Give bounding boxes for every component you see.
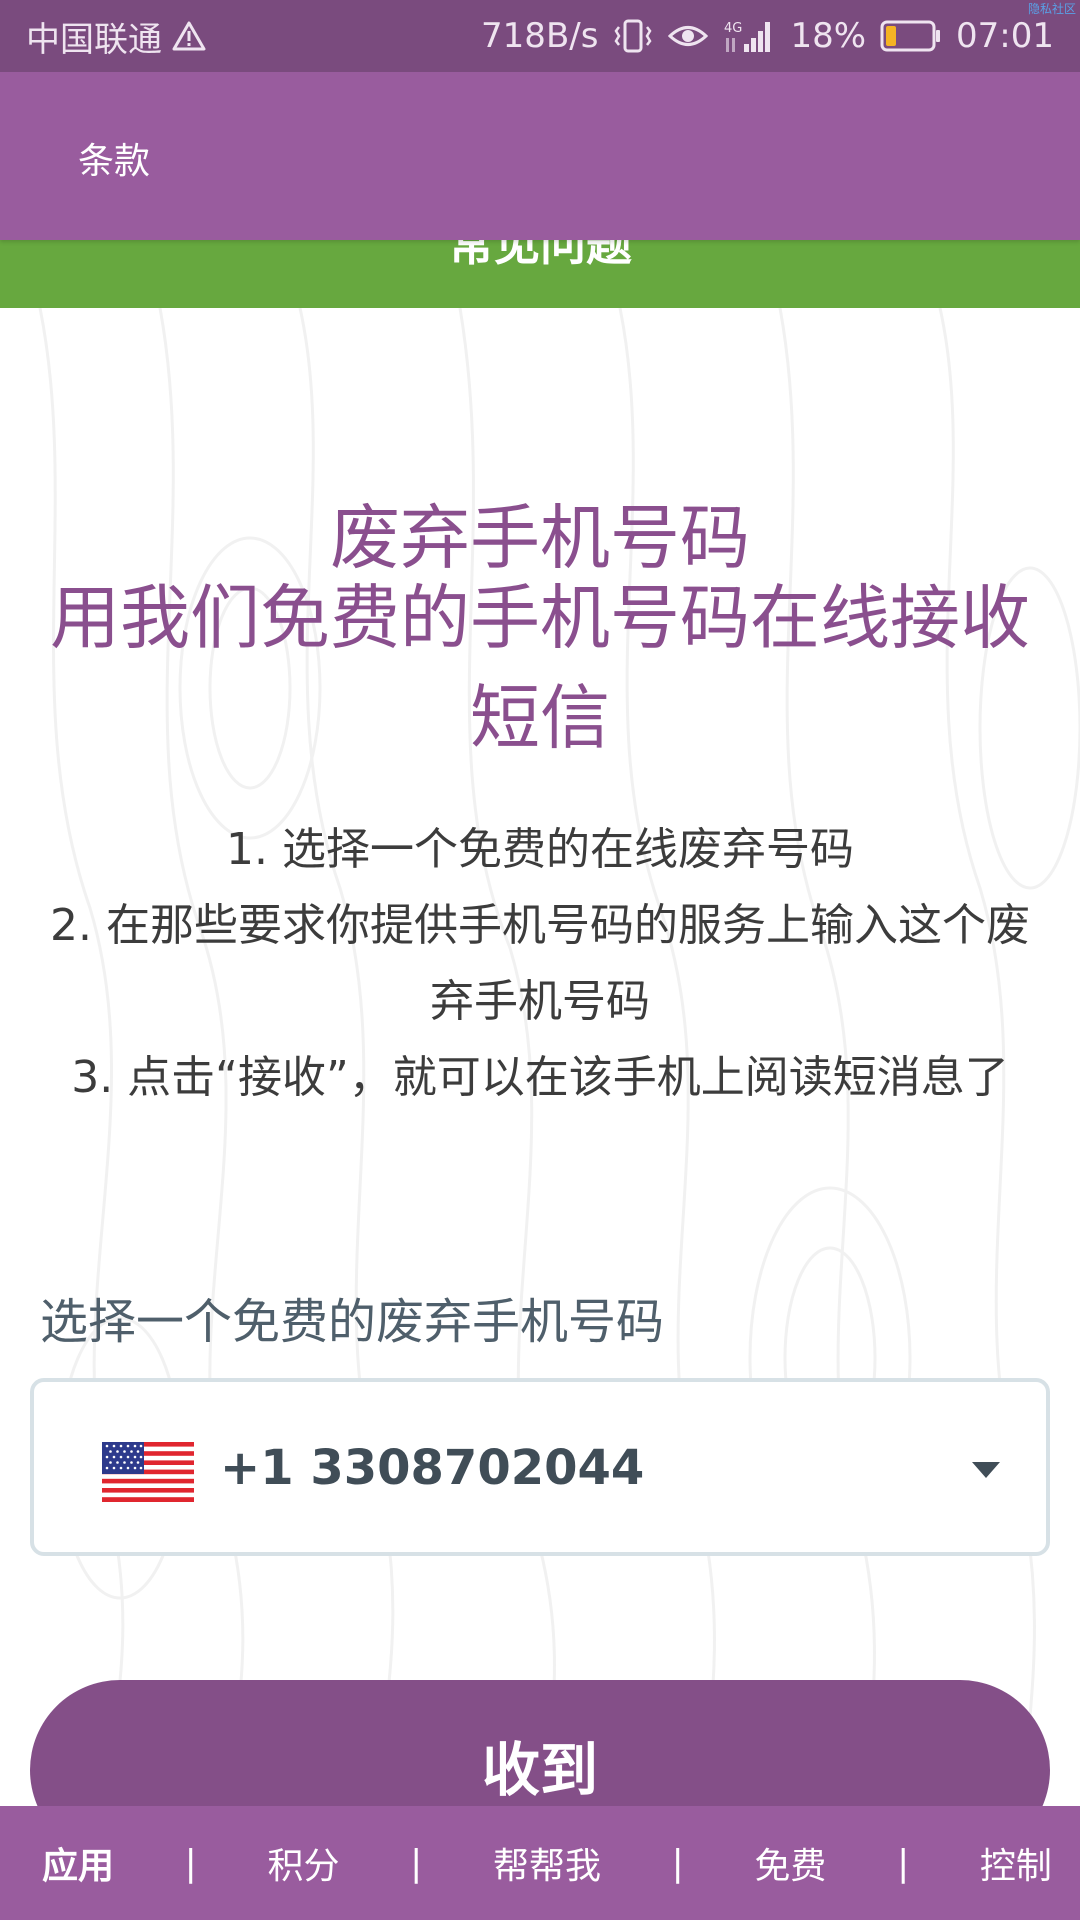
warning-icon [172,21,206,51]
net-speed: 718B/s [481,16,599,56]
battery-icon [880,20,942,52]
nav-separator: | [184,1842,197,1884]
eye-icon [668,21,709,51]
nav-separator: | [671,1842,684,1884]
step-1: 1. 选择一个免费的在线废弃号码 [226,824,854,875]
us-flag-icon [102,1442,194,1502]
faq-label: 常见问题 [448,240,632,271]
chevron-down-icon [972,1462,1000,1478]
steps-list: 1. 选择一个免费的在线废弃号码 2. 在那些要求你提供手机号码的服务上输入这个… [30,812,1050,1116]
carrier-label: 中国联通 [26,19,162,60]
hero-title: 废弃手机号码 [330,497,750,579]
network-type-label: 4G [724,21,742,36]
bottom-nav: 应用 | 积分 | 帮帮我 | 免费 | 控制 [0,1806,1080,1920]
nav-item-points[interactable]: 积分 [267,1837,339,1889]
nav-separator: | [410,1842,423,1884]
selected-phone-number: +1 3308702044 [220,1440,645,1496]
faq-bar[interactable]: 常见问题 [0,240,1080,308]
nav-separator: | [897,1842,910,1884]
battery-percent: 18% [790,16,867,56]
terms-link[interactable]: 条款 [78,132,150,184]
phone-number-select[interactable]: +1 3308702044 [30,1378,1050,1556]
status-right: 718B/s 4G 18% 07:01 [467,16,1054,56]
status-bar: 中国联通 718B/s 4G 18% 07:01 [0,0,1080,72]
select-number-label: 选择一个免费的废弃手机号码 [40,1294,665,1350]
status-left: 中国联通 [26,12,206,61]
app-header: 条款 [0,72,1080,240]
nav-item-help[interactable]: 帮帮我 [493,1837,601,1889]
signal-4g-icon: 4G [722,18,776,54]
clock: 07:01 [956,16,1054,56]
vibrate-icon [612,19,654,53]
watermark: 隐私社区 [1027,2,1076,16]
app-screen: 中国联通 718B/s 4G 18% 07:01 隐私社区 条款 常见问题 废弃… [0,0,1080,1920]
hero-subtitle: 用我们免费的手机号码在线接收短信 [50,577,1030,759]
hero-heading: 废弃手机号码 用我们免费的手机号码在线接收短信 [20,500,1060,768]
step-2: 2. 在那些要求你提供手机号码的服务上输入这个废弃手机号码 [50,900,1030,1027]
nav-item-apps[interactable]: 应用 [42,1837,114,1889]
nav-item-control[interactable]: 控制 [980,1837,1052,1889]
nav-item-free[interactable]: 免费 [754,1837,826,1889]
step-3: 3. 点击“接收”，就可以在该手机上阅读短消息了 [71,1052,1009,1103]
